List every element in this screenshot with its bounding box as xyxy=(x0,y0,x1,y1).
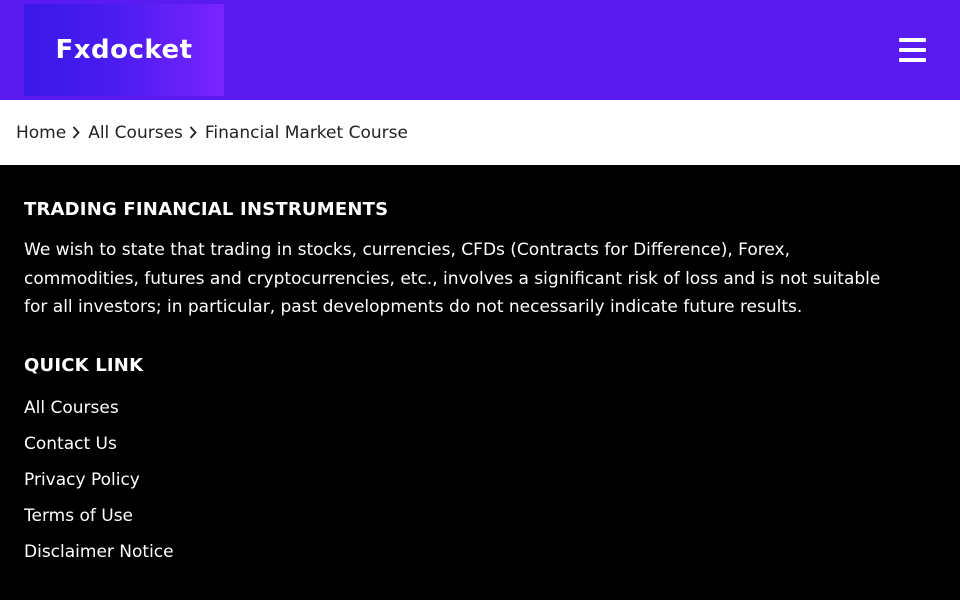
footer-link-terms-of-use[interactable]: Terms of Use xyxy=(24,506,133,526)
breadcrumb: Home All Courses Financial Market Course xyxy=(0,100,960,165)
footer-link-contact-us[interactable]: Contact Us xyxy=(24,434,117,454)
footer-link-privacy-policy[interactable]: Privacy Policy xyxy=(24,470,140,490)
menu-bar-middle xyxy=(899,48,926,52)
footer-link-disclaimer-notice[interactable]: Disclaimer Notice xyxy=(24,542,174,562)
chevron-right-icon xyxy=(66,123,88,143)
logo-text: Fxdocket xyxy=(55,35,193,65)
menu-bar-bottom xyxy=(899,58,926,62)
quick-link-title: QUICK LINK xyxy=(24,355,144,376)
site-logo[interactable]: Fxdocket xyxy=(24,4,224,96)
breadcrumb-home-link[interactable]: Home xyxy=(16,123,66,143)
disclaimer-line: We wish to state that trading in stocks,… xyxy=(24,240,790,260)
footer-link-all-courses[interactable]: All Courses xyxy=(24,398,119,418)
breadcrumb-current: Financial Market Course xyxy=(204,122,408,143)
disclaimer-line: commodities, futures and cryptocurrencie… xyxy=(24,268,881,289)
trading-section-title: TRADING FINANCIAL INSTRUMENTS xyxy=(24,199,389,220)
disclaimer-line: for all investors; in particular, past d… xyxy=(24,297,803,317)
site-header: Fxdocket xyxy=(0,0,960,100)
hamburger-menu-icon[interactable] xyxy=(899,38,927,62)
chevron-right-icon xyxy=(183,123,205,143)
menu-bar-top xyxy=(899,38,926,42)
trading-disclaimer-text: We wish to state that trading in stocks,… xyxy=(24,236,924,322)
breadcrumb-all-courses-link[interactable]: All Courses xyxy=(88,123,183,143)
